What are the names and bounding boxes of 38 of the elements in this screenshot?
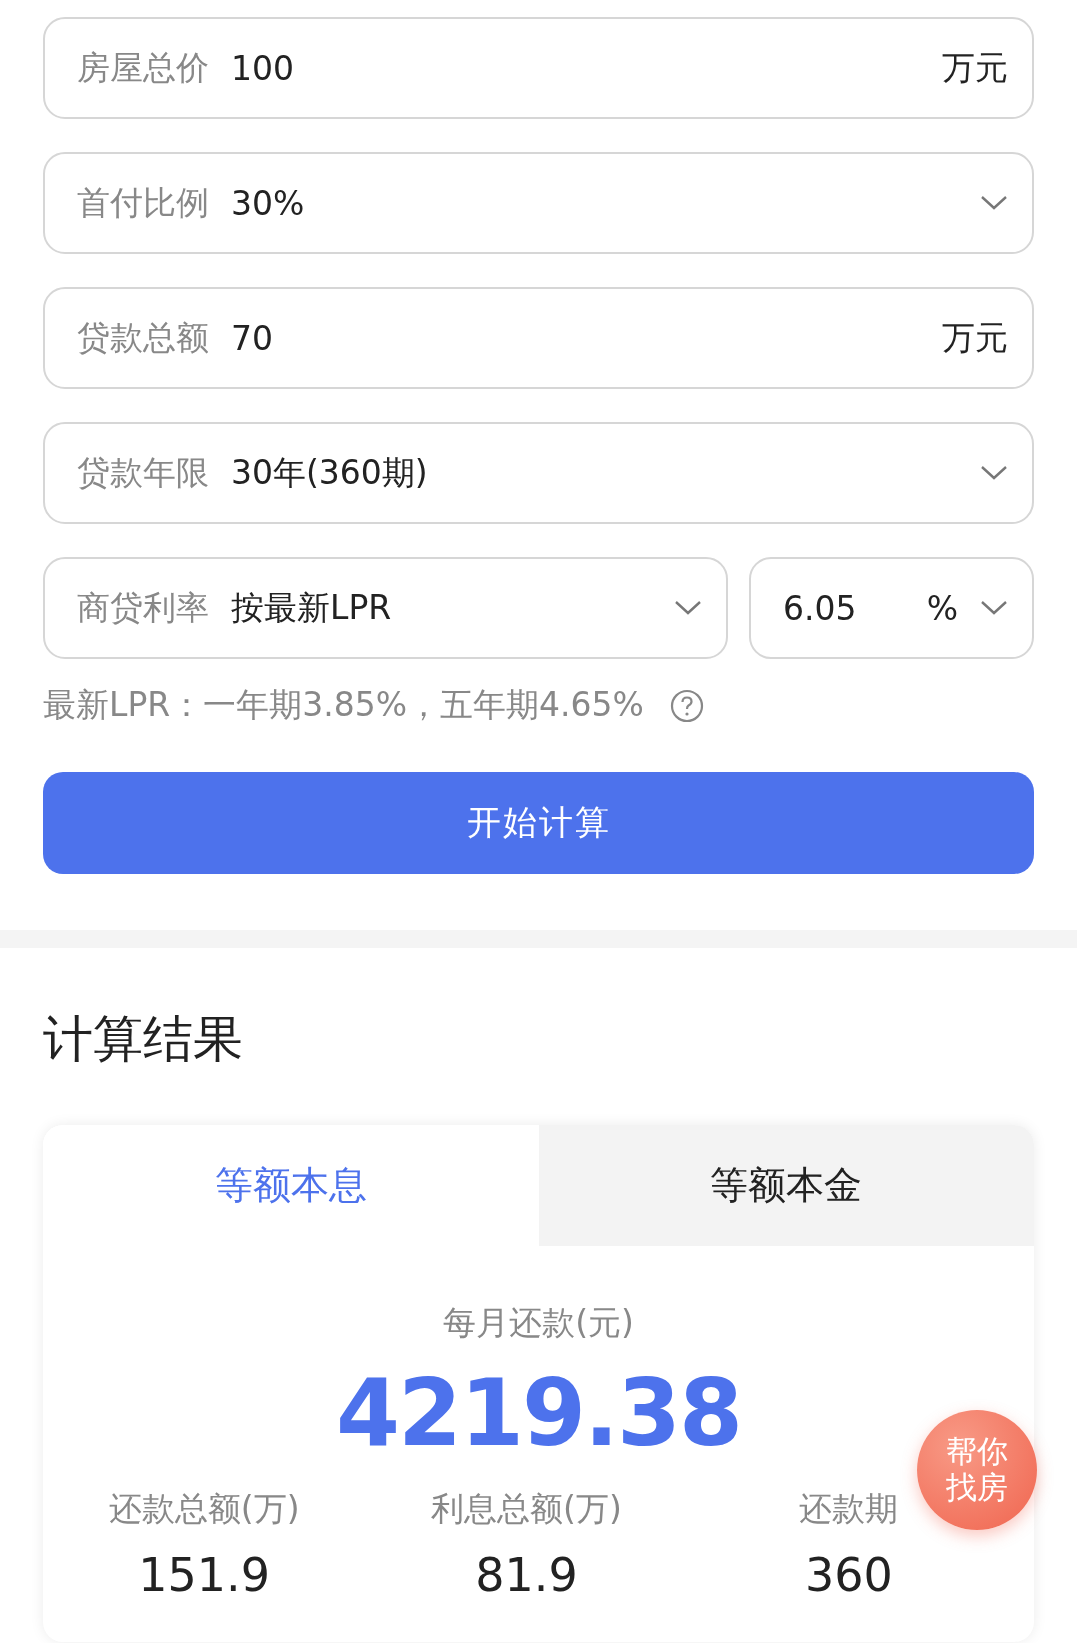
monthly-label: 每月还款(元): [443, 1302, 634, 1344]
stat-value: 151.9: [138, 1548, 270, 1602]
chevron-down-icon: [980, 600, 1008, 616]
help-icon[interactable]: [669, 688, 704, 723]
monthly-amount: 4219.38: [336, 1360, 741, 1467]
field-value: 按最新LPR: [231, 586, 393, 629]
tab[interactable]: 等额本息: [43, 1125, 539, 1246]
calculate-button[interactable]: 开始计算: [43, 772, 1034, 874]
unit-label: 万元: [942, 46, 1008, 89]
stat-label: 还款总额(万): [108, 1488, 300, 1530]
field-label: 首付比例: [77, 181, 209, 224]
field-value: 100: [231, 48, 295, 88]
field-label: 贷款年限: [77, 451, 209, 494]
select-field[interactable]: 商贷利率 按最新LPR: [43, 557, 728, 659]
stat-value: 81.9: [475, 1548, 578, 1602]
stat-label: 还款期: [799, 1488, 899, 1530]
chevron-down-icon: [674, 600, 702, 616]
stat-value: 360: [804, 1548, 893, 1602]
rate-value: 6.05: [783, 588, 858, 628]
unit-label: %: [926, 588, 958, 628]
rate-select[interactable]: 6.05 %: [749, 557, 1034, 659]
select-field[interactable]: 贷款年限 30年(360期): [43, 422, 1034, 524]
input-field[interactable]: 房屋总价 100 万元: [43, 17, 1034, 119]
field-value: 70: [231, 318, 274, 358]
select-field[interactable]: 首付比例 30%: [43, 152, 1034, 254]
field-value: 30%: [231, 183, 306, 223]
chevron-down-icon: [980, 465, 1008, 481]
input-field[interactable]: 贷款总额 70 万元: [43, 287, 1034, 389]
field-label: 贷款总额: [77, 316, 209, 359]
chevron-down-icon: [980, 195, 1008, 211]
field-label: 商贷利率: [77, 586, 209, 629]
lpr-note: 最新LPR：一年期3.85%，五年期4.65%: [43, 684, 644, 726]
tab[interactable]: 等额本金: [538, 1125, 1034, 1246]
field-label: 房屋总价: [77, 46, 209, 89]
unit-label: 万元: [942, 316, 1008, 359]
stat-label: 利息总额(万): [431, 1488, 622, 1530]
field-value: 30年(360期): [231, 451, 429, 494]
section-title: 计算结果: [43, 1009, 244, 1070]
